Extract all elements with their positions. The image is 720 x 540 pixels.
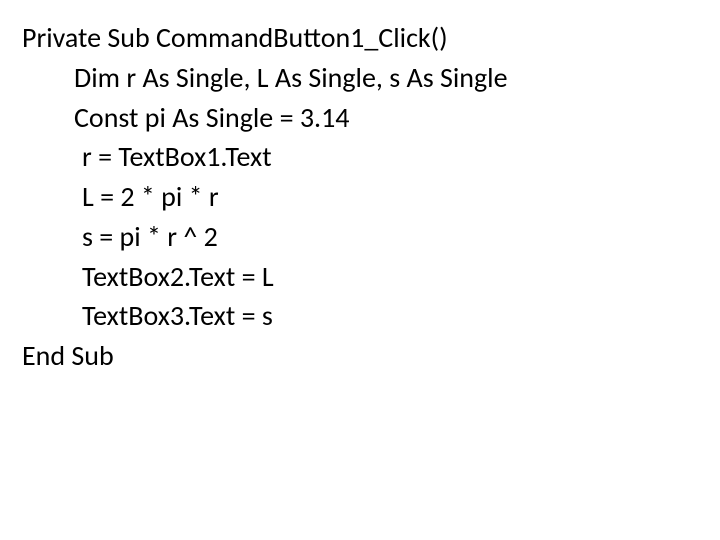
code-line-5: L = 2 * pi * r <box>22 177 698 217</box>
code-line-9: End Sub <box>22 336 698 376</box>
code-line-6: s = pi * r ^ 2 <box>22 217 698 257</box>
slide-content: Private Sub CommandButton1_Click() Dim r… <box>0 0 720 394</box>
code-line-8: TextBox3.Text = s <box>22 296 698 336</box>
code-line-1: Private Sub CommandButton1_Click() <box>22 18 698 58</box>
code-line-7: TextBox2.Text = L <box>22 257 698 297</box>
code-line-2: Dim r As Single, L As Single, s As Singl… <box>22 58 698 98</box>
code-line-4: r = TextBox1.Text <box>22 137 698 177</box>
code-line-3: Const pi As Single = 3.14 <box>22 98 698 138</box>
